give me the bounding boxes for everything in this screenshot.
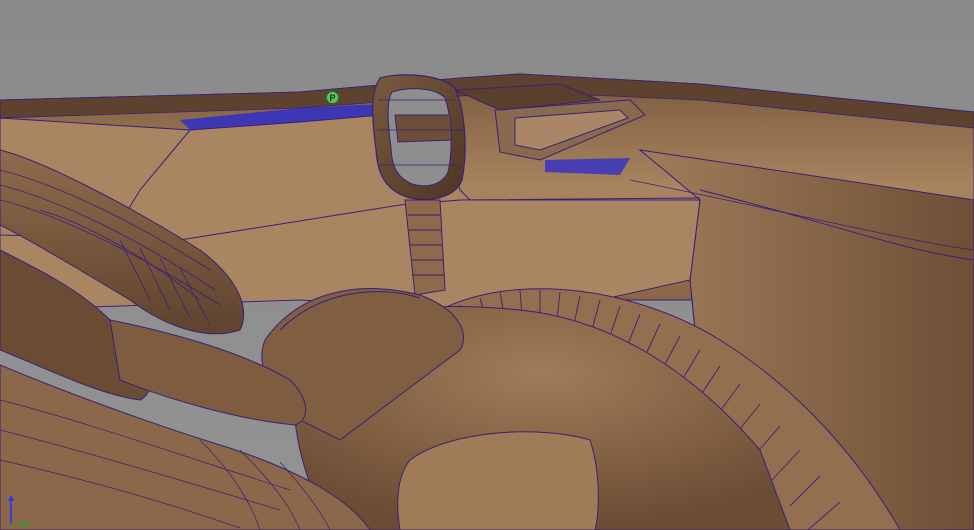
pivot-marker-icon[interactable]: P [326,91,339,104]
steering-wheel [372,74,466,201]
vent-strip [545,158,630,175]
axis-gizmo-icon [8,495,30,527]
3d-viewport[interactable]: P [0,0,974,530]
car-interior-model[interactable] [0,0,974,530]
